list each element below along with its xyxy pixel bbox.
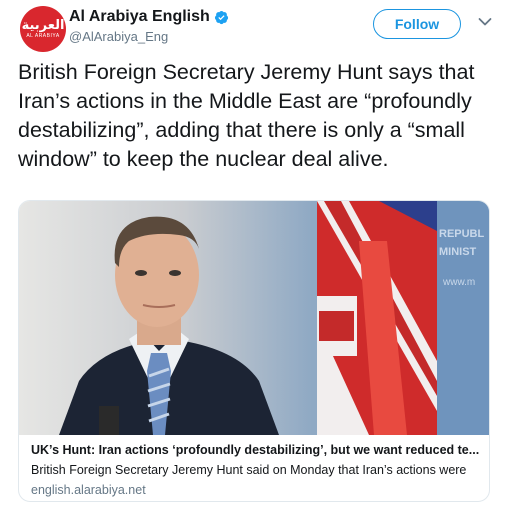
chevron-down-icon[interactable] [478,17,492,27]
account-names: Al Arabiya English @AlArabiya_Eng [69,7,229,44]
avatar-logo-english: AL ARABIYA [26,32,60,39]
account-handle[interactable]: @AlArabiya_Eng [69,29,229,44]
link-card[interactable]: REPUBL MINIST www.m UK’s Hunt: Iran acti… [18,200,490,502]
tweet-header: العربية AL ARABIYA Al Arabiya English @A… [0,0,520,56]
card-image-sign-line2: MINIST [439,246,477,258]
card-body: UK’s Hunt: Iran actions ‘profoundly dest… [19,437,489,497]
card-domain: english.alarabiya.net [31,483,146,497]
tweet-text: British Foreign Secretary Jeremy Hunt sa… [18,60,475,171]
card-image-sign-line1: REPUBL [439,228,485,240]
verified-badge-icon [214,10,228,24]
card-image[interactable]: REPUBL MINIST www.m [19,201,490,435]
card-title[interactable]: UK’s Hunt: Iran actions ‘profoundly dest… [31,443,479,457]
avatar-logo-arabic: العربية [21,17,65,33]
card-image-sign-line3: www.m [442,277,475,288]
display-name-row: Al Arabiya English [69,7,229,27]
card-description: British Foreign Secretary Jeremy Hunt sa… [31,463,467,477]
union-flag [317,201,437,435]
follow-button[interactable]: Follow [373,9,461,39]
display-name[interactable]: Al Arabiya English [69,8,210,26]
avatar[interactable]: العربية AL ARABIYA [20,6,66,52]
